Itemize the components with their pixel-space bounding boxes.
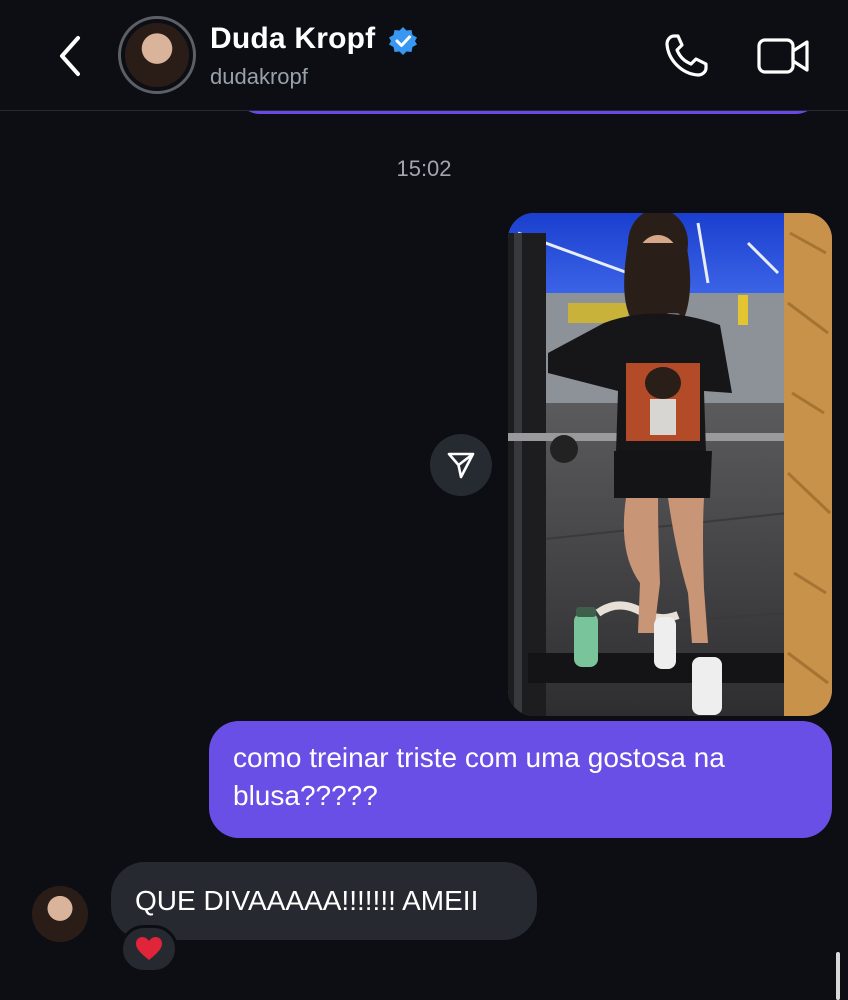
shared-photo[interactable] [508, 213, 832, 716]
message-timestamp: 15:02 [396, 156, 452, 181]
scrollbar[interactable] [836, 952, 840, 1000]
sender-avatar[interactable] [32, 886, 88, 942]
phone-icon [665, 34, 708, 77]
chevron-left-icon [60, 36, 80, 76]
heart-icon [136, 937, 162, 960]
contact-handle: dudakropf [210, 64, 308, 89]
back-button[interactable] [50, 32, 90, 80]
chat-header: Duda Kropf dudakropf [0, 0, 848, 111]
video-call-button[interactable] [756, 34, 812, 78]
gym-photo-image [508, 213, 832, 716]
send-icon [447, 452, 475, 479]
call-button[interactable] [662, 32, 712, 80]
profile-avatar[interactable] [118, 16, 196, 94]
verified-badge-icon [389, 27, 417, 55]
video-camera-icon [757, 38, 809, 74]
avatar-image [125, 23, 189, 87]
share-button[interactable] [430, 434, 492, 496]
incoming-message[interactable]: QUE DIVAAAAA!!!!!!! AMEII [111, 862, 537, 940]
message-reaction[interactable] [120, 925, 178, 973]
outgoing-message[interactable]: como treinar triste com uma gostosa na b… [209, 721, 832, 838]
contact-name[interactable]: Duda Kropf [210, 22, 375, 56]
